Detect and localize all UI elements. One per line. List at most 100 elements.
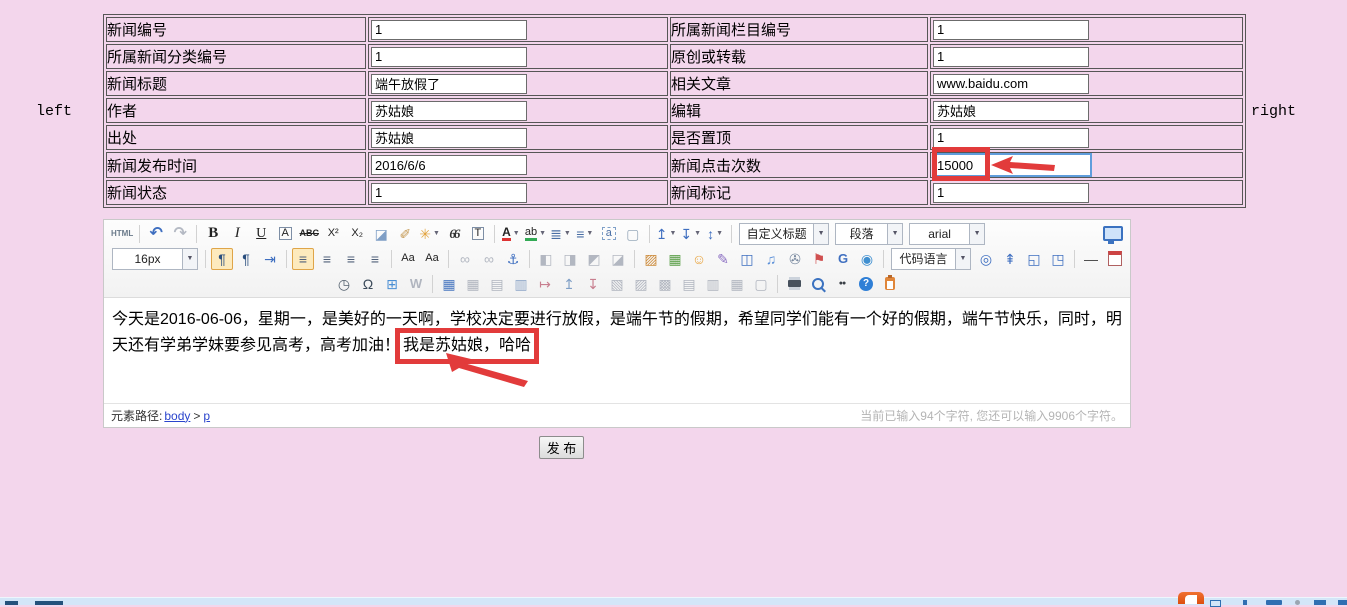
auto-link-icon[interactable]: a <box>598 223 620 245</box>
anchor-icon[interactable]: ⚓ <box>502 248 524 270</box>
fullscreen-icon[interactable] <box>1102 223 1124 245</box>
chevron-down-icon[interactable]: ▼ <box>813 224 828 244</box>
insert-video-icon[interactable]: ◫ <box>736 248 758 270</box>
emotion-icon[interactable]: ☺ <box>688 248 710 270</box>
preview-icon[interactable] <box>807 273 829 295</box>
news-id-input[interactable] <box>371 20 527 40</box>
search-replace-icon[interactable]: ◎ <box>975 248 997 270</box>
editor-content[interactable]: 今天是2016-06-06，星期一，是美好的一天啊，学校决定要进行放假，是端午节… <box>104 298 1130 403</box>
image-left-float-icon[interactable]: ◨ <box>559 248 581 270</box>
clear-doc-icon[interactable]: ▢ <box>622 223 644 245</box>
browser-logo-icon[interactable] <box>1178 592 1204 604</box>
row-spacing-top-icon[interactable]: ↥▼ <box>655 223 678 245</box>
insert-row-icon[interactable]: ↦ <box>534 273 556 295</box>
original-or-repost-input[interactable] <box>933 47 1089 67</box>
news-title-input[interactable] <box>371 74 527 94</box>
insert-table-icon[interactable]: ▦ <box>438 273 460 295</box>
pointer-icon[interactable] <box>1243 600 1247 605</box>
font-color-icon[interactable]: A▼ <box>500 223 522 245</box>
table-doc-icon[interactable]: ▢ <box>750 273 772 295</box>
horizontal-rule-icon[interactable]: — <box>1080 248 1102 270</box>
template-icon[interactable]: ◱ <box>1023 248 1045 270</box>
custom-title-select[interactable]: 自定义标题▼ <box>739 223 829 245</box>
click-count-input[interactable] <box>932 153 1092 177</box>
align-left-icon[interactable]: ≡ <box>292 248 314 270</box>
element-path-p-link[interactable]: p <box>203 409 210 423</box>
news-mark-input[interactable] <box>933 183 1089 203</box>
merge-cells-icon[interactable]: ▩ <box>654 273 676 295</box>
chevron-down-icon[interactable]: ▼ <box>955 249 970 269</box>
screenshot-icon[interactable]: ⊞ <box>381 273 403 295</box>
superscript-icon[interactable]: X² <box>322 223 344 245</box>
redo-icon[interactable]: ↷ <box>169 223 191 245</box>
html-source-icon[interactable]: HTML <box>110 223 134 245</box>
link-icon[interactable]: ∞ <box>454 248 476 270</box>
bold-icon[interactable]: B <box>202 223 224 245</box>
auto-typeset-icon[interactable]: ✳▼ <box>418 223 441 245</box>
format-match-icon[interactable]: ◪ <box>370 223 392 245</box>
publish-button[interactable]: 发 布 <box>539 436 584 459</box>
paste-plain-icon[interactable]: T <box>467 223 489 245</box>
indent-icon[interactable]: ⇥ <box>259 248 281 270</box>
blockquote-icon[interactable]: 66 <box>443 223 465 245</box>
underline-icon[interactable]: U <box>250 223 272 245</box>
element-path-body-link[interactable]: body <box>164 409 190 423</box>
news-status-input[interactable] <box>371 183 527 203</box>
italic-icon[interactable]: I <box>226 223 248 245</box>
paragraph-rtl-icon[interactable]: ¶ <box>235 248 257 270</box>
unlink-icon[interactable]: ∞ <box>478 248 500 270</box>
publish-time-input[interactable] <box>371 155 527 175</box>
author-input[interactable] <box>371 101 527 121</box>
time-icon[interactable]: ◷ <box>333 273 355 295</box>
editor-name-input[interactable] <box>933 101 1089 121</box>
code-language-select[interactable]: 代码语言▼ <box>891 248 971 270</box>
font-size-select[interactable]: 16px▼ <box>112 248 198 270</box>
strikethrough-icon[interactable]: ABC <box>298 223 320 245</box>
chevron-down-icon[interactable]: ▼ <box>887 224 902 244</box>
delete-row-icon[interactable]: ↧ <box>582 273 604 295</box>
table-caption-icon[interactable]: ▤ <box>486 273 508 295</box>
google-map-icon[interactable]: G <box>832 248 854 270</box>
merge-right-icon[interactable]: ▧ <box>606 273 628 295</box>
search-icon[interactable]: ●● <box>831 273 853 295</box>
special-char-icon[interactable]: Ω <box>357 273 379 295</box>
news-source-input[interactable] <box>371 128 527 148</box>
chevron-down-icon[interactable]: ▼ <box>969 224 984 244</box>
image-center-icon[interactable]: ◩ <box>583 248 605 270</box>
page-break-icon[interactable]: ⇞ <box>999 248 1021 270</box>
split-cells-icon[interactable]: ▦ <box>726 273 748 295</box>
line-spacing-icon[interactable]: ↕▼ <box>704 223 726 245</box>
clear-format-icon[interactable]: ✐ <box>394 223 416 245</box>
row-spacing-bottom-icon[interactable]: ↧▼ <box>679 223 702 245</box>
chevron-down-icon[interactable]: ▼ <box>182 249 197 269</box>
print-icon[interactable] <box>783 273 805 295</box>
date-icon[interactable] <box>1104 248 1126 270</box>
tray-network-icon[interactable] <box>1314 600 1326 605</box>
subscript-icon[interactable]: X₂ <box>346 223 368 245</box>
case-upper-icon[interactable]: Aa <box>397 248 419 270</box>
font-family-select[interactable]: arial▼ <box>909 223 985 245</box>
attachment-icon[interactable]: ✇ <box>784 248 806 270</box>
news-column-id-input[interactable] <box>933 20 1089 40</box>
split-rows-icon[interactable]: ▤ <box>678 273 700 295</box>
merge-down-icon[interactable]: ▨ <box>630 273 652 295</box>
insert-iframe-icon[interactable]: ◉ <box>856 248 878 270</box>
related-article-input[interactable] <box>933 74 1089 94</box>
map-icon[interactable]: ⚑ <box>808 248 830 270</box>
unordered-list-icon[interactable]: ≡▼ <box>574 223 596 245</box>
music-icon[interactable]: ♫ <box>760 248 782 270</box>
table-title-row-icon[interactable]: ▥ <box>510 273 532 295</box>
align-right-icon[interactable]: ≡ <box>340 248 362 270</box>
undo-icon[interactable]: ↶ <box>145 223 167 245</box>
is-pinned-input[interactable] <box>933 128 1089 148</box>
ordered-list-icon[interactable]: ≣▼ <box>549 223 572 245</box>
scrawl-icon[interactable]: ✎ <box>712 248 734 270</box>
split-cols-icon[interactable]: ▥ <box>702 273 724 295</box>
paragraph-ltr-icon[interactable]: ¶ <box>211 248 233 270</box>
paragraph-select[interactable]: 段落▼ <box>835 223 903 245</box>
help-icon[interactable]: ? <box>855 273 877 295</box>
insert-image-icon[interactable]: ▨ <box>640 248 662 270</box>
background-icon[interactable]: ◳ <box>1047 248 1069 270</box>
paste-icon[interactable] <box>879 273 901 295</box>
image-none-float-icon[interactable]: ◧ <box>535 248 557 270</box>
